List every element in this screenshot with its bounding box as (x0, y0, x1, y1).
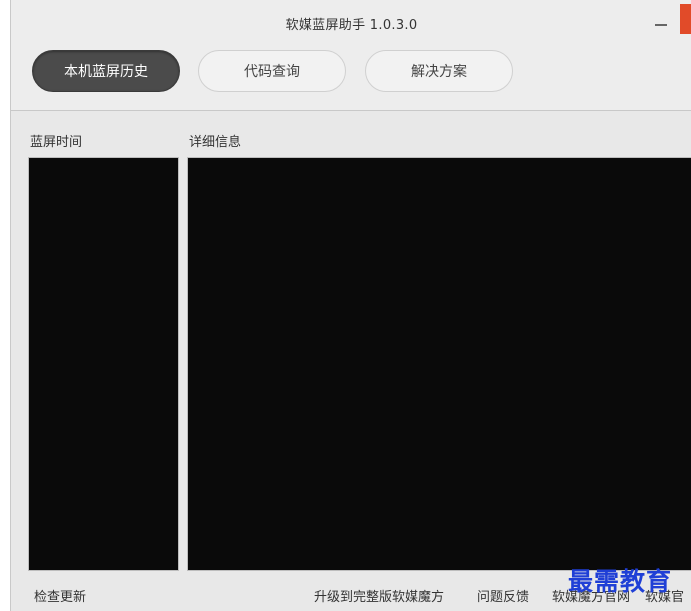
tab-code-lookup[interactable]: 代码查询 (198, 50, 346, 92)
detail-label: 详细信息 (189, 135, 242, 150)
tab-solutions[interactable]: 解决方案 (365, 50, 513, 92)
tab-local-bsod-history[interactable]: 本机蓝屏历史 (32, 50, 180, 92)
upgrade-link[interactable]: 升级到完整版软媒魔方 (314, 586, 444, 605)
check-update-link[interactable]: 检查更新 (34, 586, 86, 605)
bsod-time-list[interactable] (28, 157, 179, 571)
detail-info-panel[interactable] (187, 157, 691, 571)
feedback-link[interactable]: 问题反馈 (477, 586, 529, 605)
close-button[interactable] (680, 4, 691, 34)
watermark-logo: 最需教育 (568, 567, 673, 596)
time-list-label: 蓝屏时间 (30, 135, 83, 150)
app-window: 软媒蓝屏助手 1.0.3.0 本机蓝屏历史 代码查询 解决方案 蓝屏时间 详细信… (10, 0, 691, 611)
minimize-button[interactable] (651, 10, 671, 30)
window-title: 软媒蓝屏助手 1.0.3.0 (285, 18, 418, 33)
